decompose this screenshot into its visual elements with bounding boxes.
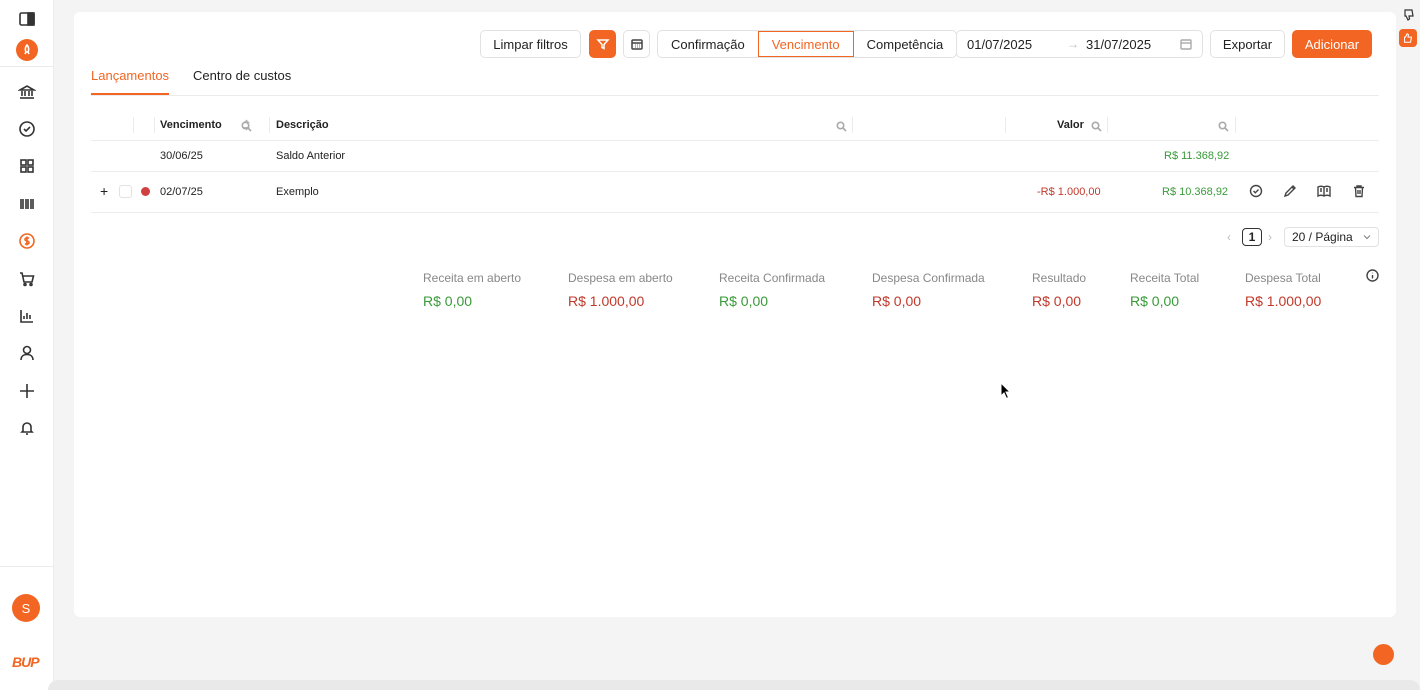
tab-centro-de-custos[interactable]: Centro de custos: [193, 68, 291, 93]
row-balance: R$ 10.368,92: [1162, 186, 1229, 198]
summary-label: Receita Total: [1130, 271, 1200, 285]
summary-label: Receita Confirmada: [719, 271, 826, 285]
page-size-value: 20 / Página: [1292, 230, 1353, 244]
summary-value: R$ 1.000,00: [1245, 293, 1322, 309]
bar-chart-icon[interactable]: [17, 306, 37, 326]
bank-icon[interactable]: [17, 82, 37, 102]
filter-button[interactable]: [589, 30, 616, 58]
search-icon[interactable]: [836, 119, 847, 132]
row-checkbox[interactable]: [119, 185, 132, 198]
plus-icon[interactable]: [17, 381, 37, 401]
date-start[interactable]: 01/07/2025: [967, 37, 1032, 52]
calendar-button[interactable]: [623, 30, 650, 58]
date-type-selector: Confirmação Vencimento Competência: [657, 30, 958, 58]
info-icon[interactable]: [1366, 269, 1379, 282]
summary-value: R$ 0,00: [1130, 293, 1180, 309]
delete-icon[interactable]: [1352, 184, 1366, 198]
row-date: 02/07/25: [160, 186, 203, 198]
edit-icon[interactable]: [1283, 184, 1297, 198]
export-button[interactable]: Exportar: [1210, 30, 1285, 58]
table-row[interactable]: 30/06/25 Saldo Anterior R$ 11.368,92: [91, 141, 1379, 172]
bell-icon[interactable]: [17, 418, 37, 438]
rocket-logo-icon[interactable]: [16, 39, 38, 61]
summary-label: Resultado: [1032, 271, 1087, 285]
page-size-select[interactable]: 20 / Página: [1284, 227, 1379, 247]
cart-icon[interactable]: [17, 269, 37, 289]
segment-confirmacao[interactable]: Confirmação: [658, 31, 758, 57]
date-end[interactable]: 31/07/2025: [1086, 37, 1151, 52]
help-chat-button[interactable]: [1373, 644, 1394, 665]
column-vencimento[interactable]: Vencimento: [160, 119, 222, 131]
current-page[interactable]: 1: [1242, 228, 1262, 246]
row-balance: R$ 11.368,92: [1164, 150, 1230, 162]
dollar-icon[interactable]: [17, 231, 37, 251]
row-value: -R$ 1.000,00: [1037, 186, 1101, 198]
summary-value: R$ 0,00: [1032, 293, 1082, 309]
summary-value: R$ 1.000,00: [568, 293, 645, 309]
main-card: Limpar filtros Confirmação Vencimento Co…: [74, 12, 1396, 617]
segment-competencia[interactable]: Competência: [854, 31, 957, 57]
table-header: Vencimento Descrição Valor: [91, 110, 1379, 141]
segment-vencimento[interactable]: Vencimento: [757, 31, 854, 57]
thumbs-down-icon[interactable]: [1402, 8, 1416, 22]
search-icon[interactable]: [241, 119, 252, 132]
summary-label: Receita em aberto: [423, 271, 522, 285]
book-icon[interactable]: [1317, 184, 1331, 198]
filter-icon: [595, 39, 610, 50]
add-button[interactable]: Adicionar: [1292, 30, 1372, 58]
column-valor[interactable]: Valor: [1057, 119, 1084, 131]
sidebar-toggle-icon[interactable]: [17, 9, 37, 29]
chevron-down-icon: [1363, 235, 1371, 240]
search-icon[interactable]: [1091, 119, 1102, 132]
summary-value: R$ 0,00: [423, 293, 473, 309]
summary-label: Despesa Confirmada: [872, 271, 985, 285]
clear-filters-button[interactable]: Limpar filtros: [480, 30, 581, 58]
row-description: Exemplo: [276, 186, 319, 198]
bottom-bar: [48, 680, 1420, 690]
grid-icon[interactable]: [17, 156, 37, 176]
search-icon[interactable]: [1218, 119, 1229, 132]
column-descricao[interactable]: Descrição: [276, 119, 329, 131]
barcode-icon[interactable]: [17, 194, 37, 214]
check-circle-icon[interactable]: [17, 119, 37, 139]
user-icon[interactable]: [17, 343, 37, 363]
prev-page-button[interactable]: ‹: [1227, 230, 1231, 244]
status-dot: [141, 187, 150, 196]
user-avatar[interactable]: S: [12, 594, 40, 622]
row-date: 30/06/25: [160, 150, 203, 162]
summary-label: Despesa em aberto: [568, 271, 673, 285]
summary-value: R$ 0,00: [872, 293, 922, 309]
brand-logo: BUP: [12, 654, 40, 670]
confirm-icon[interactable]: [1249, 184, 1263, 198]
thumbs-up-icon: [1404, 32, 1413, 43]
table-row[interactable]: + 02/07/25 Exemplo -R$ 1.000,00 R$ 10.36…: [91, 172, 1379, 213]
expand-row-button[interactable]: +: [100, 184, 108, 198]
thumbs-up-button[interactable]: [1399, 29, 1417, 47]
date-separator: →: [1067, 37, 1079, 51]
summary-value: R$ 0,00: [719, 293, 769, 309]
row-description: Saldo Anterior: [276, 150, 346, 162]
tabs: Lançamentos Centro de custos: [91, 68, 1379, 96]
sidebar: S BUP: [0, 0, 54, 690]
mouse-cursor-icon: [1000, 382, 1012, 400]
summary-label: Despesa Total: [1245, 271, 1321, 285]
calendar-icon: [1180, 39, 1192, 50]
date-range-picker[interactable]: 01/07/2025 → 31/07/2025: [956, 30, 1203, 58]
tab-lancamentos[interactable]: Lançamentos: [91, 68, 170, 95]
next-page-button[interactable]: ›: [1268, 230, 1272, 244]
calendar-icon: [630, 39, 643, 50]
